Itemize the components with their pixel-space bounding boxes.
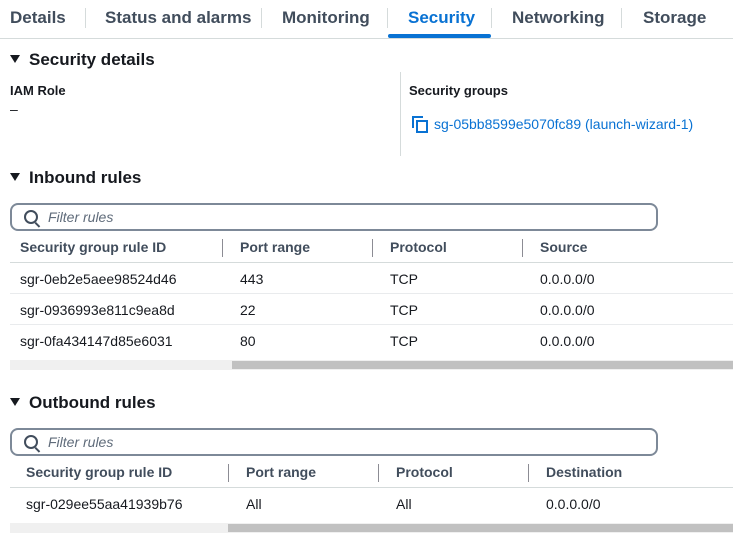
search-icon [24,435,38,449]
tab-divider [491,8,492,28]
iam-role-value: – [10,101,18,117]
copy-icon [412,116,428,133]
outbound-rules-title: Outbound rules [29,393,156,412]
column-header-source[interactable]: Source [540,239,587,255]
inbound-rules-header[interactable]: Inbound rules [10,168,141,188]
outbound-horizontal-scrollbar[interactable] [10,523,733,533]
rule-id-cell: sgr-0fa434147d85e6031 [20,333,173,349]
port-range-cell: 80 [240,333,256,349]
caret-down-icon [10,173,20,181]
tab-divider [621,8,622,28]
column-resizer[interactable] [222,239,223,257]
column-header-port-range[interactable]: Port range [240,239,310,255]
tab-bar: Details Status and alarms Monitoring Sec… [0,0,733,39]
inbound-rules-title: Inbound rules [29,168,142,187]
column-header-destination[interactable]: Destination [546,464,622,480]
tab-divider [387,8,388,28]
tab-networking[interactable]: Networking [512,0,605,38]
port-range-cell: 443 [240,271,264,287]
rule-id-cell: sgr-0eb2e5aee98524d46 [20,271,177,287]
tab-status-and-alarms[interactable]: Status and alarms [105,0,251,38]
table-header: Security group rule ID Port range Protoc… [10,459,733,488]
security-group-link[interactable]: sg-05bb8599e5070fc89 (launch-wizard-1) [412,116,694,133]
column-divider [400,72,401,156]
port-range-cell: 22 [240,302,256,318]
column-header-port-range[interactable]: Port range [246,464,316,480]
outbound-filter-input[interactable] [48,432,638,452]
tab-divider [85,8,86,28]
security-groups-label: Security groups [409,83,508,98]
column-header-protocol[interactable]: Protocol [390,239,447,255]
protocol-cell: All [396,496,412,512]
column-resizer[interactable] [522,239,523,257]
source-cell: 0.0.0.0/0 [540,271,595,287]
outbound-filter[interactable] [10,428,658,456]
table-header: Security group rule ID Port range Protoc… [10,234,733,263]
port-range-cell: All [246,496,262,512]
inbound-filter-input[interactable] [48,207,638,227]
tab-monitoring[interactable]: Monitoring [282,0,370,38]
protocol-cell: TCP [390,333,418,349]
rule-id-cell: sgr-0936993e811c9ea8d [20,302,175,318]
column-resizer[interactable] [372,239,373,257]
outbound-rules-table: Security group rule ID Port range Protoc… [10,459,733,518]
caret-down-icon [10,55,20,63]
column-resizer[interactable] [378,464,379,482]
tab-divider [261,8,262,28]
protocol-cell: TCP [390,271,418,287]
security-group-link-text: sg-05bb8599e5070fc89 (launch-wizard-1) [434,116,694,132]
column-header-rule-id[interactable]: Security group rule ID [26,464,172,480]
column-header-rule-id[interactable]: Security group rule ID [20,239,166,255]
rule-id-cell: sgr-029ee55aa41939b76 [26,496,183,512]
table-row: sgr-0936993e811c9ea8d 22 TCP 0.0.0.0/0 [10,294,733,325]
search-icon [24,210,38,224]
security-details-header[interactable]: Security details [10,50,155,70]
table-row: sgr-029ee55aa41939b76 All All 0.0.0.0/0 [10,488,733,518]
active-tab-indicator [388,34,491,38]
table-row: sgr-0eb2e5aee98524d46 443 TCP 0.0.0.0/0 [10,263,733,294]
tab-details[interactable]: Details [10,0,66,38]
column-header-protocol[interactable]: Protocol [396,464,453,480]
source-cell: 0.0.0.0/0 [540,302,595,318]
caret-down-icon [10,398,20,406]
iam-role-label: IAM Role [10,83,66,98]
scrollbar-thumb[interactable] [228,524,733,532]
destination-cell: 0.0.0.0/0 [546,496,601,512]
table-row: sgr-0fa434147d85e6031 80 TCP 0.0.0.0/0 [10,325,733,355]
protocol-cell: TCP [390,302,418,318]
tab-storage[interactable]: Storage [643,0,706,38]
column-resizer[interactable] [528,464,529,482]
inbound-horizontal-scrollbar[interactable] [10,360,733,370]
scrollbar-thumb[interactable] [232,361,733,369]
tab-security[interactable]: Security [408,0,475,38]
security-details-title: Security details [29,50,155,69]
outbound-rules-header[interactable]: Outbound rules [10,393,156,413]
inbound-filter[interactable] [10,203,658,231]
source-cell: 0.0.0.0/0 [540,333,595,349]
inbound-rules-table: Security group rule ID Port range Protoc… [10,234,733,355]
column-resizer[interactable] [228,464,229,482]
